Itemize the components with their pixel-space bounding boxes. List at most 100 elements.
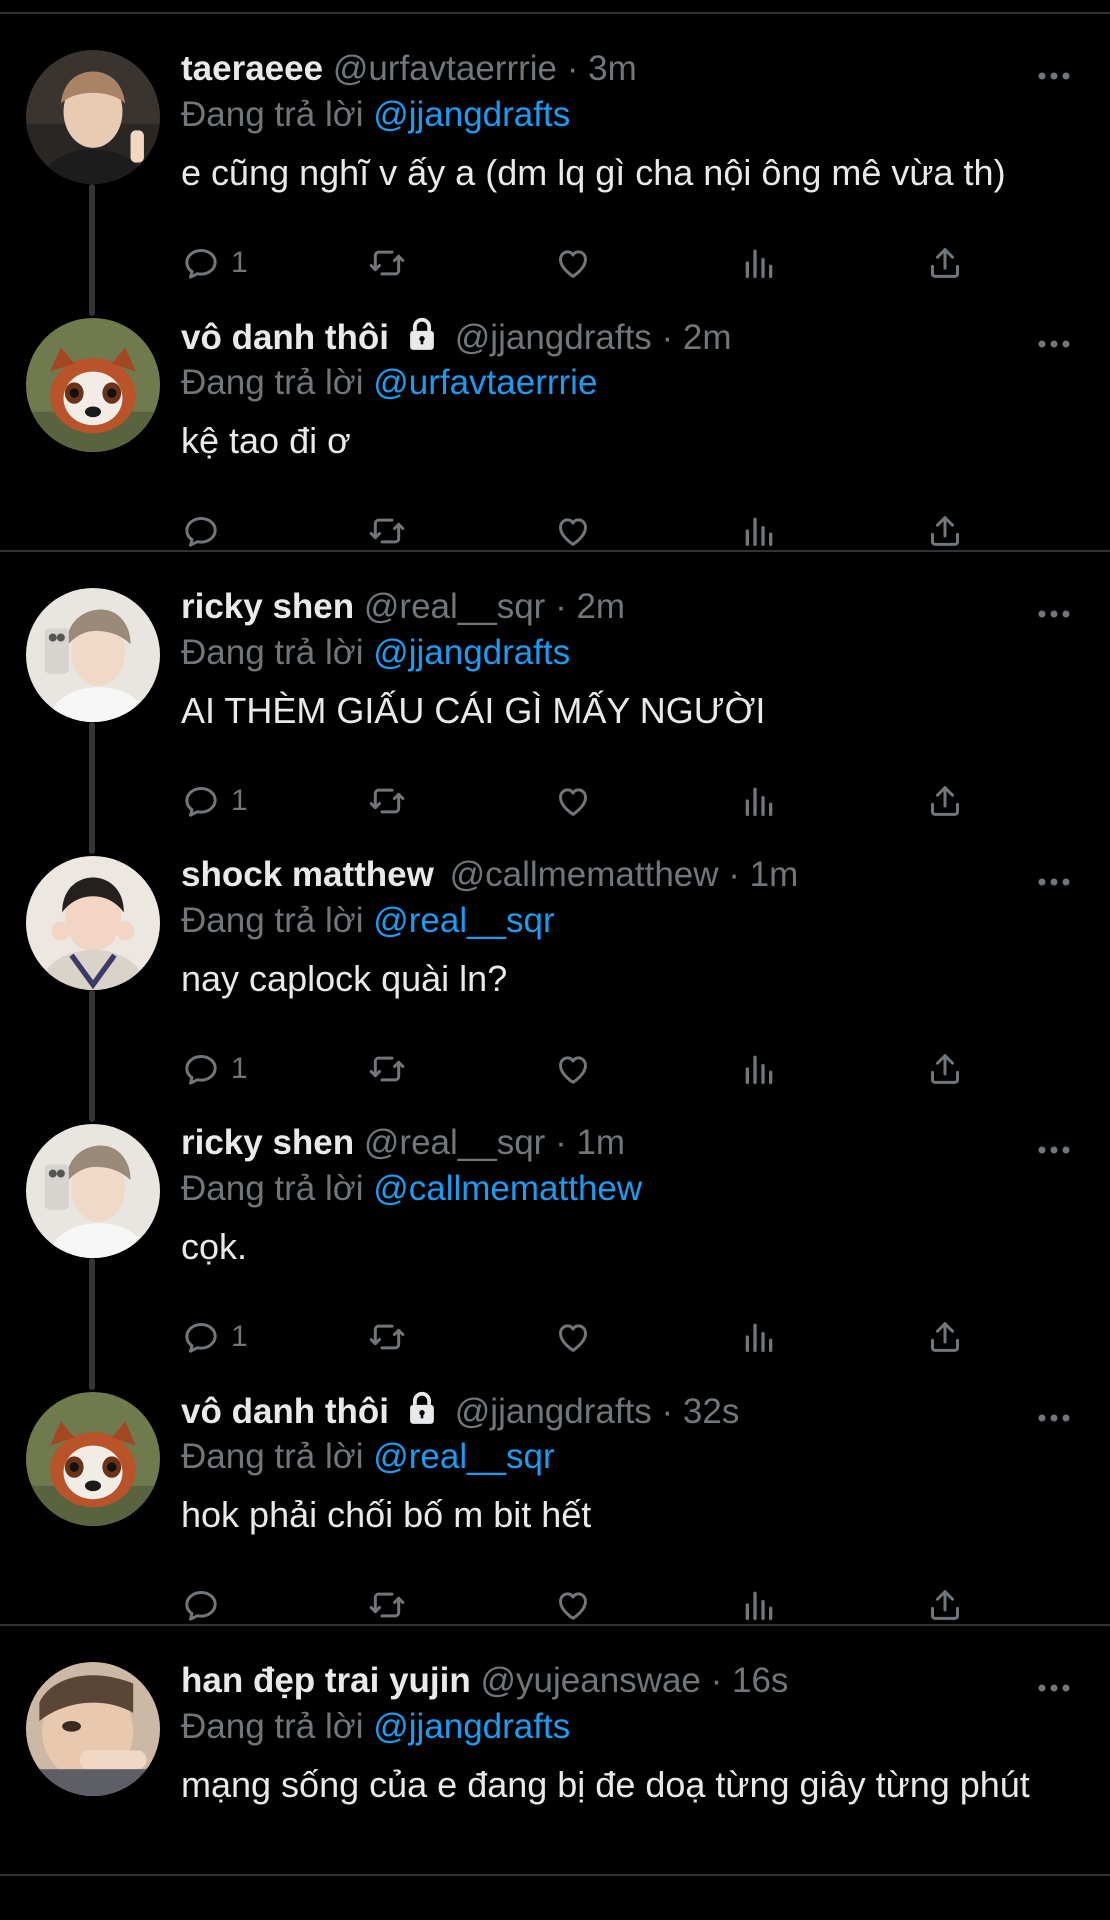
avatar[interactable] (26, 588, 160, 722)
retweet-button[interactable] (367, 1314, 407, 1360)
timestamp[interactable]: 32s (683, 1392, 739, 1431)
mention-link[interactable]: @jjangdrafts (373, 1707, 570, 1746)
more-icon[interactable] (1036, 1412, 1072, 1424)
display-name[interactable]: taeraeee (181, 49, 323, 88)
tweet-header: vô danh thôi @jjangdrafts · 2m (181, 315, 732, 360)
tweet-text: AI THÈM GIẤU CÁI GÌ MẤY NGƯỜI (181, 690, 766, 731)
timestamp[interactable]: 3m (588, 49, 637, 88)
tweet[interactable]: ricky shen @real__sqr · 1m Đang trả lời … (0, 1088, 1110, 1390)
reply-button[interactable]: 1 (181, 778, 248, 824)
replying-to: Đang trả lời @urfavtaerrrie (181, 361, 597, 405)
like-button[interactable] (553, 240, 593, 286)
heart-icon (553, 781, 593, 821)
share-button[interactable] (925, 1582, 965, 1628)
display-name[interactable]: ricky shen (181, 587, 354, 626)
share-icon (925, 781, 965, 821)
like-button[interactable] (553, 1582, 593, 1628)
mention-link[interactable]: @jjangdrafts (373, 633, 570, 672)
reply-button[interactable] (181, 1582, 231, 1628)
tweet-header: shock matthew @callmematthew · 1m (181, 853, 798, 897)
user-handle[interactable]: @real__sqr (364, 587, 545, 626)
views-button[interactable] (739, 240, 779, 286)
avatar[interactable] (26, 1392, 160, 1526)
display-name[interactable]: vô danh thôi (181, 318, 389, 357)
like-button[interactable] (553, 778, 593, 824)
avatar[interactable] (26, 1124, 160, 1258)
more-icon[interactable] (1036, 876, 1072, 888)
retweet-button[interactable] (367, 240, 407, 286)
avatar[interactable] (26, 856, 160, 990)
mention-link[interactable]: @jjangdrafts (373, 95, 570, 134)
like-button[interactable] (553, 1314, 593, 1360)
mention-link[interactable]: @real__sqr (373, 901, 554, 940)
retweet-icon (367, 1585, 407, 1625)
share-button[interactable] (925, 1046, 965, 1092)
more-icon[interactable] (1036, 70, 1072, 82)
tweet[interactable]: vô danh thôi @jjangdrafts · 2m Đang trả … (0, 282, 1110, 550)
display-name[interactable]: shock matthew (181, 855, 434, 894)
user-handle[interactable]: @callmematthew (450, 855, 719, 894)
mention-link[interactable]: @urfavtaerrrie (373, 363, 597, 402)
retweet-button[interactable] (367, 1046, 407, 1092)
tweet[interactable]: ricky shen @real__sqr · 2m Đang trả lời … (0, 552, 1110, 854)
avatar[interactable] (26, 50, 160, 184)
display-name[interactable]: vô danh thôi (181, 1392, 389, 1431)
timestamp[interactable]: 2m (576, 587, 625, 626)
timestamp[interactable]: 16s (732, 1661, 788, 1700)
tweet-header: ricky shen @real__sqr · 2m (181, 585, 625, 629)
tweet-actions: 1 (181, 1046, 981, 1092)
display-name[interactable]: ricky shen (181, 1123, 354, 1162)
share-button[interactable] (925, 1314, 965, 1360)
more-icon[interactable] (1036, 338, 1072, 350)
tweet-actions: 1 (181, 778, 981, 824)
views-button[interactable] (739, 1314, 779, 1360)
avatar[interactable] (26, 1662, 160, 1796)
reply-button[interactable]: 1 (181, 1314, 248, 1360)
retweet-button[interactable] (367, 1582, 407, 1628)
replying-to-label: Đang trả lời (181, 363, 364, 402)
more-icon[interactable] (1036, 1144, 1072, 1156)
share-button[interactable] (925, 508, 965, 554)
reply-button[interactable] (181, 508, 231, 554)
user-handle[interactable]: @jjangdrafts (455, 318, 652, 357)
user-handle[interactable]: @jjangdrafts (455, 1392, 652, 1431)
avatar[interactable] (26, 318, 160, 452)
user-handle[interactable]: @yujeanswae (481, 1661, 701, 1700)
timestamp[interactable]: 1m (576, 1123, 625, 1162)
timestamp[interactable]: 2m (683, 318, 732, 357)
timestamp[interactable]: 1m (750, 855, 799, 894)
like-button[interactable] (553, 1046, 593, 1092)
reply-button[interactable]: 1 (181, 240, 248, 286)
views-button[interactable] (739, 778, 779, 824)
more-icon[interactable] (1036, 608, 1072, 620)
share-button[interactable] (925, 240, 965, 286)
views-button[interactable] (739, 1046, 779, 1092)
tweet[interactable]: shock matthew @callmematthew · 1m Đang t… (0, 820, 1110, 1122)
views-icon (739, 781, 779, 821)
views-icon (739, 1049, 779, 1089)
display-name[interactable]: han đẹp trai yujin (181, 1661, 471, 1700)
like-button[interactable] (553, 508, 593, 554)
replying-to: Đang trả lời @real__sqr (181, 1435, 555, 1479)
reply-button[interactable]: 1 (181, 1046, 248, 1092)
reply-icon (181, 511, 221, 551)
views-button[interactable] (739, 508, 779, 554)
retweet-button[interactable] (367, 778, 407, 824)
tweet[interactable]: vô danh thôi @jjangdrafts · 32s Đang trả… (0, 1356, 1110, 1624)
user-handle[interactable]: @real__sqr (364, 1123, 545, 1162)
mention-link[interactable]: @real__sqr (373, 1437, 554, 1476)
mention-link[interactable]: @callmematthew (373, 1169, 642, 1208)
reply-icon (181, 1585, 221, 1625)
tweet-header: ricky shen @real__sqr · 1m (181, 1121, 625, 1165)
user-handle[interactable]: @urfavtaerrrie (333, 49, 557, 88)
tweet-header: han đẹp trai yujin @yujeanswae · 16s (181, 1659, 788, 1703)
tweet[interactable]: taeraeee @urfavtaerrrie · 3m Đang trả lờ… (0, 14, 1110, 316)
views-button[interactable] (739, 1582, 779, 1628)
share-icon (925, 1049, 965, 1089)
retweet-button[interactable] (367, 508, 407, 554)
reply-count: 1 (231, 1052, 248, 1085)
share-button[interactable] (925, 778, 965, 824)
tweet[interactable]: han đẹp trai yujin @yujeanswae · 16s Đan… (0, 1626, 1110, 1874)
more-icon[interactable] (1036, 1682, 1072, 1694)
tweet-text: cọk. (181, 1226, 248, 1267)
